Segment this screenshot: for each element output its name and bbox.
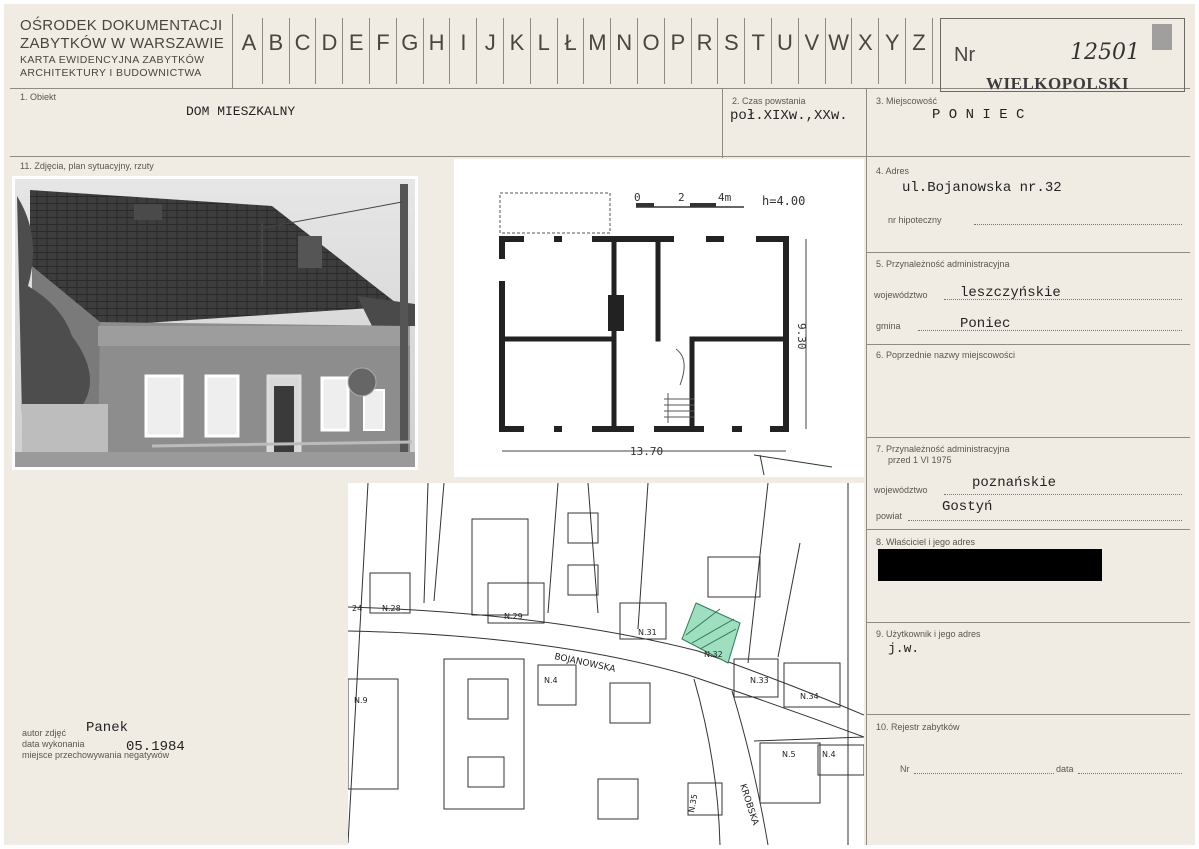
- index-letter: D: [321, 30, 338, 55]
- index-letter: A: [241, 30, 257, 55]
- index-letter: U: [777, 30, 793, 55]
- index-letter: B: [268, 30, 284, 55]
- autor-label: autor zdjęć: [22, 728, 67, 738]
- obiekt-label: 1. Obiekt: [20, 92, 57, 102]
- miejscowosc-label: 3. Miejscowość: [876, 96, 938, 106]
- adres-label: 4. Adres: [876, 166, 910, 176]
- building-photo: [12, 176, 418, 470]
- index-letter: Y: [884, 30, 900, 55]
- index-letter: G: [401, 30, 419, 55]
- index-letter: Ł: [564, 30, 577, 55]
- adres-value: ul.Bojanowska nr.32: [902, 180, 1062, 196]
- przynaleznosc-przed-date: przed 1 VI 1975: [888, 455, 952, 465]
- floor-plan-drawing: 0 2 4m h=4.00 13.70 9.30: [499, 191, 833, 476]
- czas-label: 2. Czas powstania: [732, 96, 806, 106]
- data-label: data wykonania: [22, 739, 85, 749]
- index-letter: H: [428, 30, 445, 55]
- nr-label: Nr: [954, 44, 976, 66]
- uzytkownik-value: j.w.: [888, 641, 920, 656]
- index-letter: W: [828, 30, 849, 55]
- wojewodztwo-label: województwo: [874, 290, 928, 300]
- index-letter: I: [460, 30, 467, 55]
- index-letter: T: [751, 30, 765, 55]
- index-letter: R: [696, 30, 713, 55]
- scale-zero: 0: [634, 191, 641, 204]
- autor-value: Panek: [86, 720, 129, 736]
- rejestr-nr-label: Nr: [900, 764, 910, 774]
- institution-name: OŚRODEK DOKUMENTACJI ZABYTKÓW W WARSZAWI…: [20, 17, 225, 52]
- wojewodztwo2-value: poznańskie: [972, 475, 1057, 491]
- miejsce-label: miejsce przechowywania negatywów: [22, 750, 170, 760]
- powiat-label: powiat: [876, 511, 903, 521]
- parcel-label: N.4: [822, 750, 836, 759]
- parcel-label: N.32: [704, 650, 723, 659]
- index-letter: O: [642, 30, 660, 55]
- index-letter: K: [509, 30, 525, 55]
- parcel-label: N.34: [800, 692, 819, 701]
- scale-two: 2: [678, 191, 685, 204]
- nr-value: 12501: [1070, 40, 1140, 65]
- site-plan: BOJANOWSKA KROBSKA 24 N.28 N.29 N.31 N.3…: [347, 482, 865, 845]
- index-letter: Z: [912, 30, 926, 55]
- przynaleznosc-label: 5. Przynależność administracyjna: [876, 259, 1010, 269]
- ceiling-height: h=4.00: [762, 194, 805, 208]
- index-letter: V: [804, 30, 820, 55]
- index-divider: [931, 18, 933, 84]
- index-letter: E: [348, 30, 364, 55]
- plan-width: 13.70: [630, 445, 663, 458]
- parcel-label: N.4: [544, 676, 558, 685]
- uzytkownik-label: 9. Użytkownik i jego adres: [876, 629, 981, 639]
- parcel-label: N.5: [782, 750, 796, 759]
- parcel-label: N.29: [504, 612, 523, 621]
- index-letter: P: [670, 30, 686, 55]
- stamp-region: WIELKOPOLSKI: [986, 74, 1129, 93]
- parcel-label: N.28: [382, 604, 401, 613]
- rejestr-data-label: data: [1056, 764, 1074, 774]
- plan-depth: 9.30: [795, 323, 808, 350]
- parcel-label: N.9: [354, 696, 368, 705]
- redacted-owner: [878, 549, 1102, 581]
- index-letter: S: [724, 30, 739, 55]
- corner-stamp: [1152, 24, 1172, 50]
- wlasciciel-label: 8. Właściciel i jego adres: [876, 537, 976, 547]
- rejestr-label: 10. Rejestr zabytków: [876, 722, 960, 732]
- index-letter: L: [537, 30, 550, 55]
- inventory-card: OŚRODEK DOKUMENTACJI ZABYTKÓW W WARSZAWI…: [4, 4, 1195, 845]
- floor-plan: 0 2 4m h=4.00 13.70 9.30: [454, 159, 864, 477]
- parcel-label: N.31: [638, 628, 657, 637]
- czas-value: poł.XIXw.,XXw.: [730, 108, 848, 124]
- miejscowosc-value: P O N I E C: [932, 107, 1025, 123]
- poprzednie-label: 6. Poprzednie nazwy miejscowości: [876, 350, 1016, 360]
- wojewodztwo2-label: województwo: [874, 485, 928, 495]
- site-plan-map: BOJANOWSKA KROBSKA 24 N.28 N.29 N.31 N.3…: [347, 482, 865, 845]
- hipoteczny-label: nr hipoteczny: [888, 215, 942, 225]
- index-letter: J: [484, 30, 496, 55]
- gmina-label: gmina: [876, 321, 901, 331]
- index-letter: M: [588, 30, 607, 55]
- index-letter: X: [858, 30, 873, 55]
- card-type: KARTA EWIDENCYJNA ZABYTKÓW ARCHITEKTURY …: [20, 54, 205, 79]
- index-letter: C: [294, 30, 311, 55]
- index-letter: N: [616, 30, 633, 55]
- parcel-label: N.35: [687, 793, 699, 813]
- scale-four: 4m: [718, 191, 732, 204]
- powiat-value: Gostyń: [942, 499, 993, 515]
- zdjecia-label: 11. Zdjęcia, plan sytuacyjny, rzuty: [20, 161, 154, 171]
- przynaleznosc-przed-label: 7. Przynależność administracyjna: [876, 444, 1010, 454]
- index-letter: F: [376, 30, 390, 55]
- parcel-label: 24: [352, 604, 362, 613]
- parcel-label: N.33: [750, 676, 769, 685]
- street-krobska: KROBSKA: [737, 783, 760, 828]
- obiekt-value: DOM MIESZKALNY: [186, 104, 296, 119]
